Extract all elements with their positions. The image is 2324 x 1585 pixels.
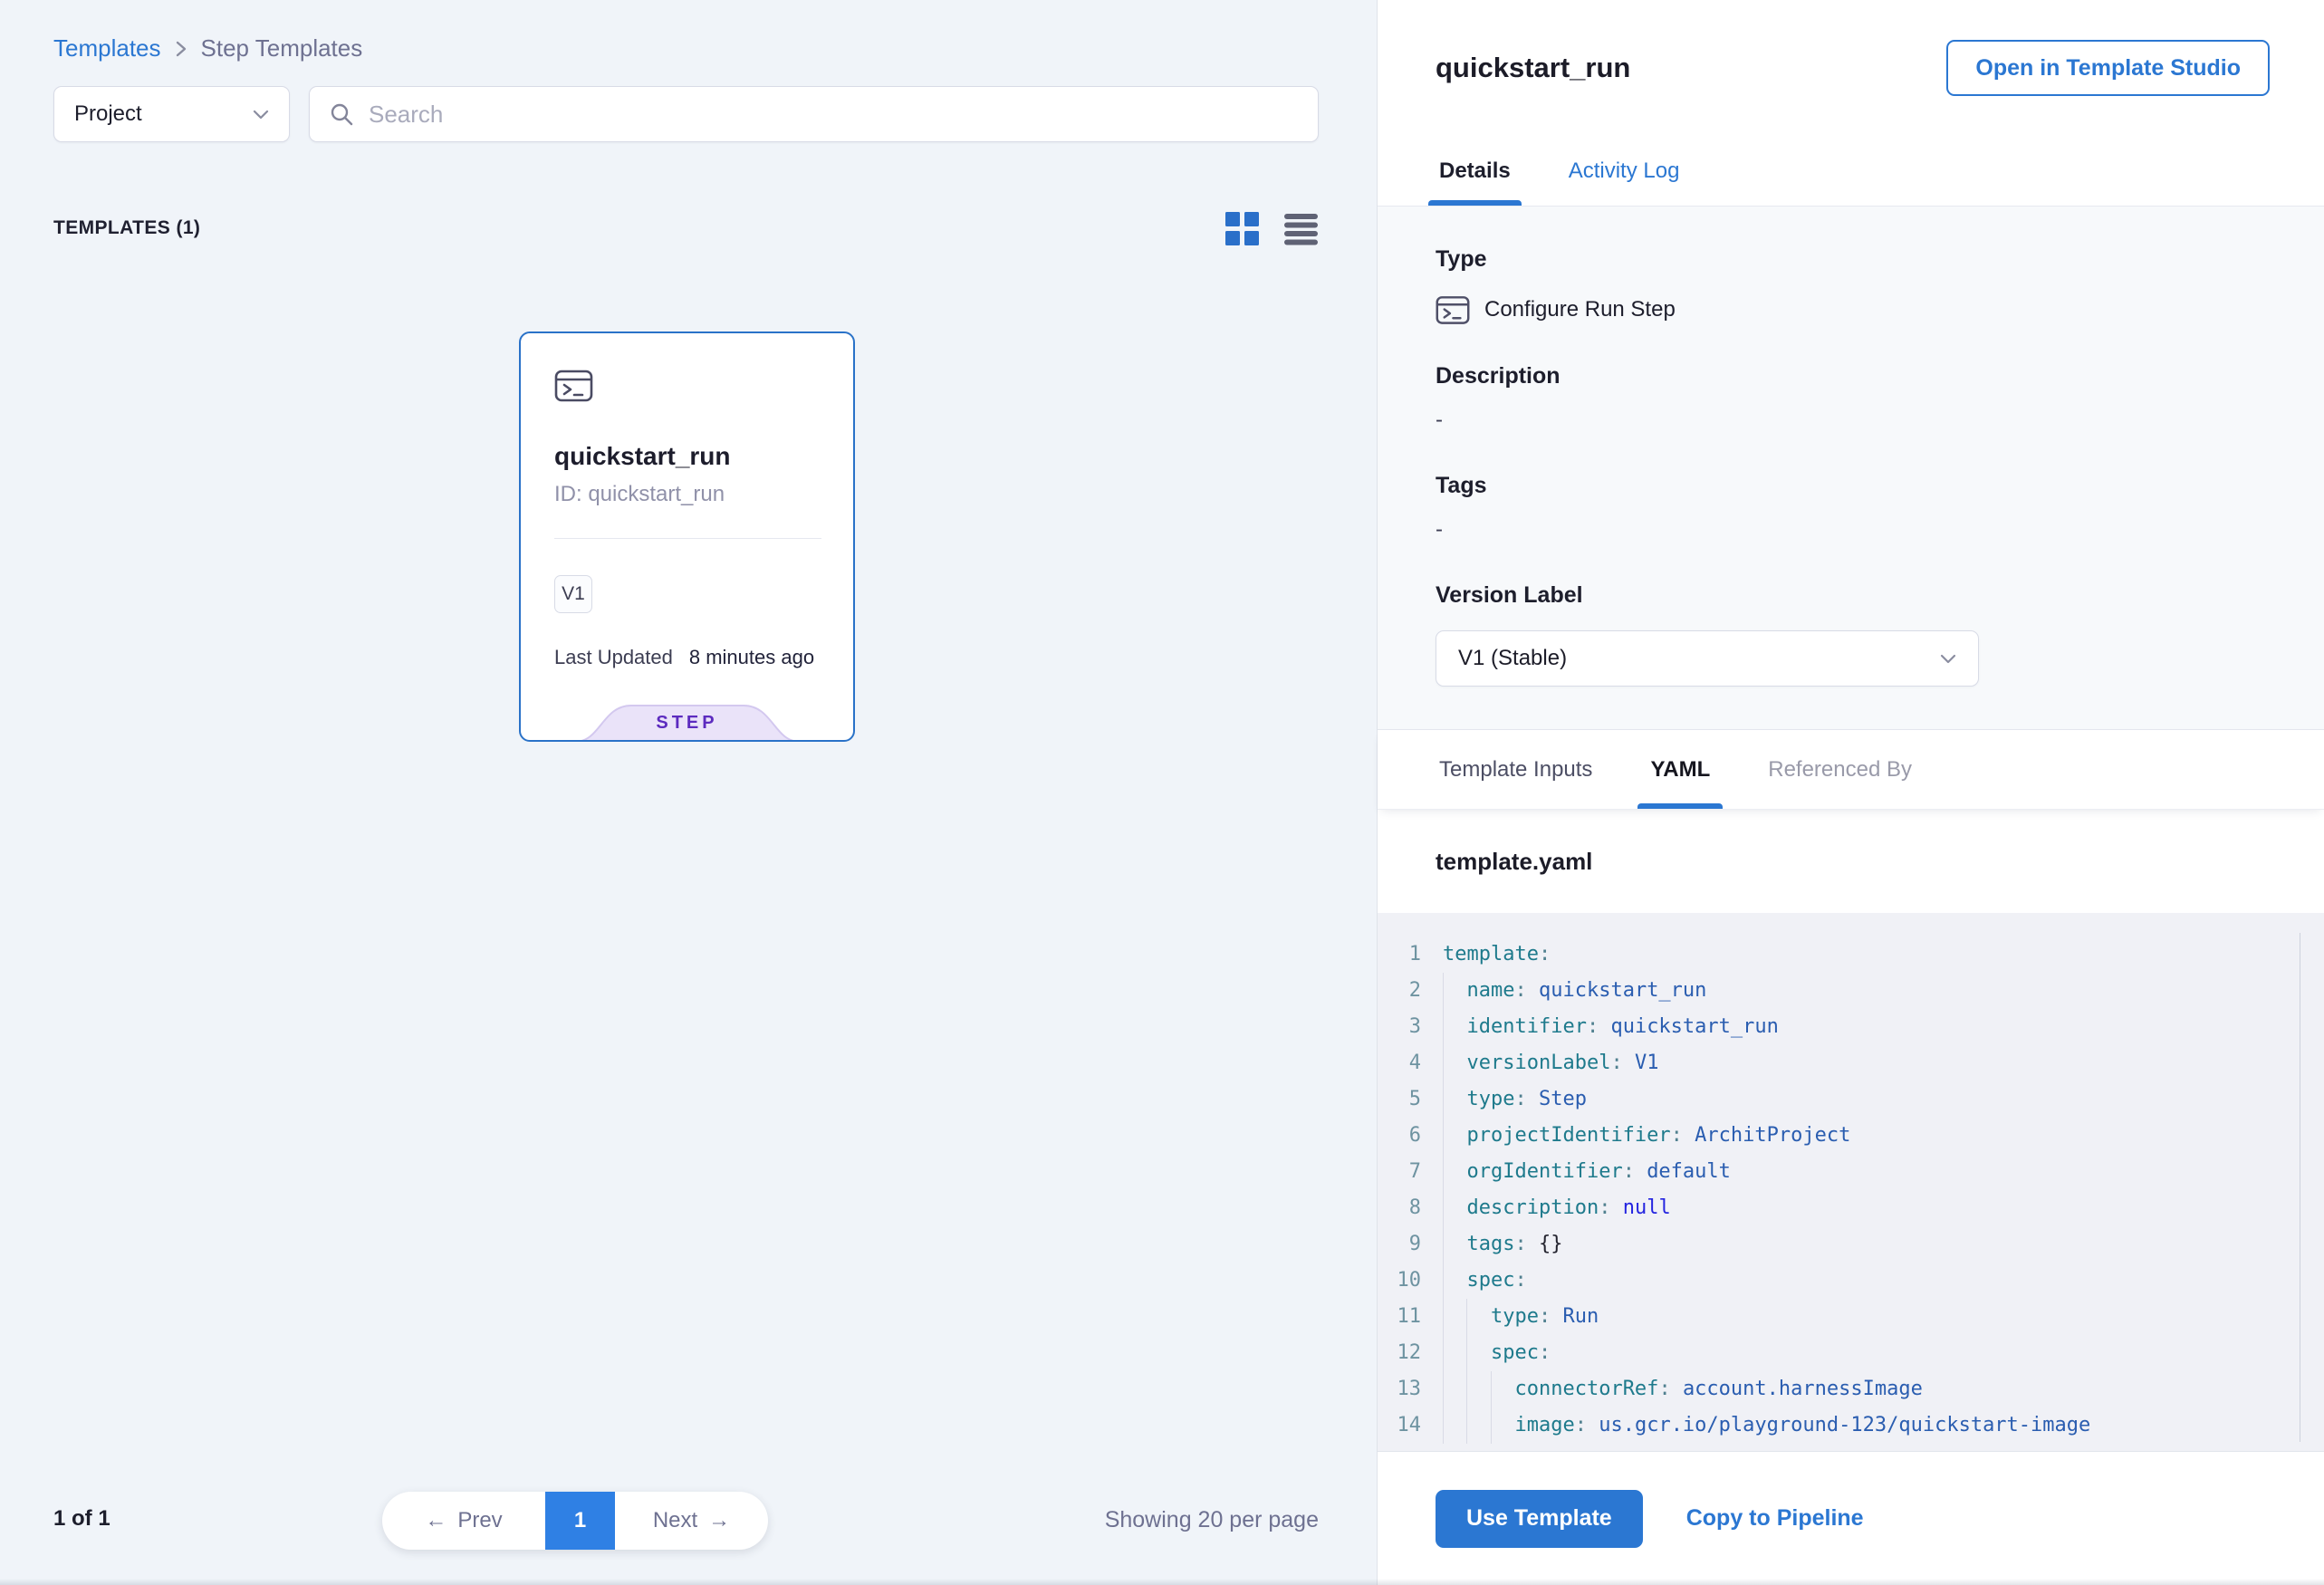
next-page-button[interactable]: Next → [615,1492,768,1550]
breadcrumb-current: Step Templates [201,34,363,62]
version-select-value: V1 (Stable) [1458,646,1567,671]
breadcrumb-templates-link[interactable]: Templates [53,34,161,62]
list-view-icon[interactable] [1284,213,1318,245]
tab-template-inputs[interactable]: Template Inputs [1439,730,1592,809]
templates-count-header: TEMPLATES (1) [53,217,200,239]
copy-to-pipeline-link[interactable]: Copy to Pipeline [1686,1505,1864,1532]
filter-row: Project [53,86,1319,142]
run-step-icon [554,366,593,405]
use-template-button[interactable]: Use Template [1436,1490,1643,1548]
search-icon [328,101,355,128]
yaml-line: 12 spec: [1378,1335,2324,1371]
panel-footer: Use Template Copy to Pipeline [1378,1452,2324,1585]
tab-yaml[interactable]: YAML [1650,730,1710,809]
templates-list-panel: Templates Step Templates Project TEM [0,0,1377,1585]
version-badge: V1 [554,575,592,613]
template-card[interactable]: quickstart_run ID: quickstart_run V1 Las… [519,331,855,742]
yaml-line: 10 spec: [1378,1263,2324,1299]
breadcrumb-chevron-icon [174,38,188,60]
template-details-panel: quickstart_run Open in Template Studio D… [1377,0,2324,1585]
last-updated-label: Last Updated [554,646,673,669]
yaml-filename: template.yaml [1378,810,2324,913]
yaml-line: 4 versionLabel: V1 [1378,1045,2324,1081]
tags-value: - [1436,517,2266,543]
details-section: Type Configure Run Step Description - Ta… [1378,207,2324,730]
yaml-line: 6 projectIdentifier: ArchitProject [1378,1118,2324,1154]
description-value: - [1436,408,2266,433]
type-row: Configure Run Step [1436,293,2266,327]
tab-referenced-by[interactable]: Referenced By [1768,730,1912,809]
last-updated-value: 8 minutes ago [689,646,814,669]
yaml-line: 13 connectorRef: account.harnessImage [1378,1371,2324,1407]
prev-label: Prev [457,1508,502,1533]
yaml-line: 8 description: null [1378,1190,2324,1226]
yaml-line: 14 image: us.gcr.io/playground-123/quick… [1378,1407,2324,1444]
page-1-button[interactable]: 1 [545,1492,615,1550]
scope-select[interactable]: Project [53,86,290,142]
step-ribbon-label: STEP [573,713,802,734]
per-page-text: Showing 20 per page [1105,1507,1319,1533]
chevron-down-icon [253,110,269,120]
last-updated-row: Last Updated 8 minutes ago [554,646,853,669]
yaml-line: 2 name: quickstart_run [1378,973,2324,1009]
type-value: Configure Run Step [1484,297,1676,322]
card-divider [554,538,821,539]
chevron-down-icon [1940,654,1956,664]
view-toggles [1225,212,1318,245]
tab-activity-log[interactable]: Activity Log [1569,136,1680,206]
grid-view-icon[interactable] [1225,212,1259,245]
tab-details[interactable]: Details [1439,136,1511,206]
next-label: Next [653,1508,697,1533]
yaml-line: 3 identifier: quickstart_run [1378,1009,2324,1045]
step-ribbon: STEP [573,704,802,742]
yaml-line: 7 orgIdentifier: default [1378,1154,2324,1190]
scope-select-value: Project [74,101,142,127]
yaml-line: 1template: [1378,937,2324,973]
panel-title: quickstart_run [1436,52,1630,84]
template-card-title: quickstart_run [554,442,853,471]
details-tabbar: Details Activity Log [1378,136,2324,207]
type-label: Type [1436,246,2266,273]
version-select[interactable]: V1 (Stable) [1436,630,1979,687]
prev-arrow-icon: ← [425,1508,447,1533]
next-arrow-icon: → [708,1508,730,1533]
pagination: ← Prev 1 Next → [382,1492,768,1550]
tags-label: Tags [1436,473,2266,499]
run-step-type-icon [1436,293,1470,327]
yaml-editor[interactable]: 1template:2 name: quickstart_run3 identi… [1378,913,2324,1452]
search-box [309,86,1319,142]
breadcrumb: Templates Step Templates [53,34,362,62]
yaml-tabbar: Template Inputs YAML Referenced By [1378,730,2324,810]
description-label: Description [1436,363,2266,389]
version-label: Version Label [1436,582,2266,609]
yaml-line: 5 type: Step [1378,1081,2324,1118]
yaml-line: 11 type: Run [1378,1299,2324,1335]
panel-header: quickstart_run Open in Template Studio [1378,0,2324,136]
results-count: 1 of 1 [53,1506,110,1532]
open-in-template-studio-button[interactable]: Open in Template Studio [1946,40,2270,96]
prev-page-button[interactable]: ← Prev [382,1492,545,1550]
yaml-line: 9 tags: {} [1378,1226,2324,1263]
search-input[interactable] [369,101,1300,129]
template-card-id: ID: quickstart_run [554,482,853,507]
templates-page: Templates Step Templates Project TEM [0,0,2324,1585]
